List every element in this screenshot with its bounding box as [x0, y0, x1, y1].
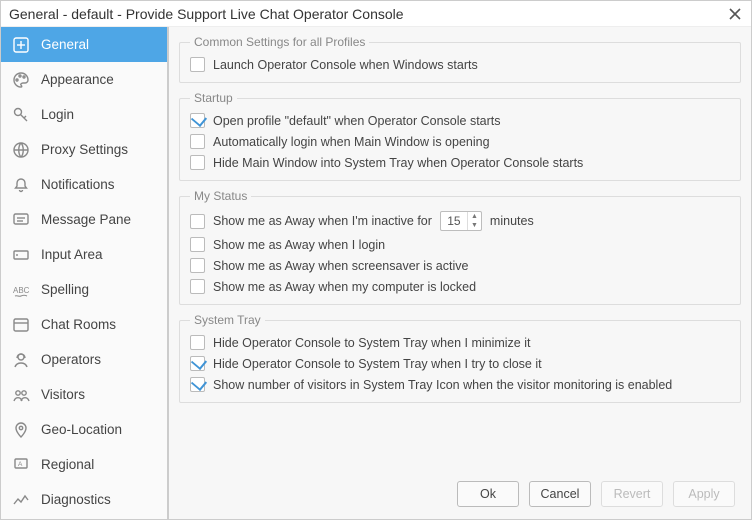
group-mystatus-legend: My Status: [190, 189, 251, 203]
sidebar-item-label: Login: [41, 107, 74, 122]
checkbox-away-locked[interactable]: [190, 279, 205, 294]
group-startup: Startup Open profile "default" when Oper…: [179, 91, 741, 181]
group-common-legend: Common Settings for all Profiles: [190, 35, 369, 49]
minutes-spinner[interactable]: ▲ ▼: [440, 211, 482, 231]
minutes-input[interactable]: [441, 214, 467, 228]
label-show-visitors: Show number of visitors in System Tray I…: [213, 378, 672, 392]
spinner-down-icon[interactable]: ▼: [468, 221, 481, 230]
label-launch: Launch Operator Console when Windows sta…: [213, 58, 478, 72]
revert-button: Revert: [601, 481, 663, 507]
pin-icon: [11, 420, 31, 440]
abc-icon: ABC: [11, 280, 31, 300]
operator-icon: [11, 350, 31, 370]
close-icon: [729, 8, 741, 20]
row-launch: Launch Operator Console when Windows sta…: [190, 57, 730, 72]
label-hide-close: Hide Operator Console to System Tray whe…: [213, 357, 542, 371]
label-open-profile: Open profile "default" when Operator Con…: [213, 114, 501, 128]
sidebar-item-label: Operators: [41, 352, 101, 367]
sidebar-item-label: General: [41, 37, 89, 52]
label-hide-main: Hide Main Window into System Tray when O…: [213, 156, 583, 170]
sidebar-item-message-pane[interactable]: Message Pane: [1, 202, 167, 237]
svg-text:ABC: ABC: [13, 286, 30, 295]
spinner-up-icon[interactable]: ▲: [468, 212, 481, 221]
window-title: General - default - Provide Support Live…: [9, 6, 725, 22]
sidebar-item-label: Regional: [41, 457, 94, 472]
sidebar-item-operators[interactable]: Operators: [1, 342, 167, 377]
sidebar: General Appearance Login Proxy Settings Noti…: [1, 27, 169, 519]
sidebar-item-login[interactable]: Login: [1, 97, 167, 132]
checkbox-away-screensaver[interactable]: [190, 258, 205, 273]
sidebar-item-label: Notifications: [41, 177, 115, 192]
sidebar-item-label: Diagnostics: [41, 492, 111, 507]
sidebar-item-regional[interactable]: A Regional: [1, 447, 167, 482]
flag-icon: A: [11, 455, 31, 475]
checkbox-show-visitors[interactable]: [190, 377, 205, 392]
sidebar-item-label: Chat Rooms: [41, 317, 116, 332]
globe-icon: [11, 140, 31, 160]
bell-icon: [11, 175, 31, 195]
ok-button[interactable]: Ok: [457, 481, 519, 507]
group-mystatus: My Status Show me as Away when I'm inact…: [179, 189, 741, 305]
label-away-screensaver: Show me as Away when screensaver is acti…: [213, 259, 468, 273]
message-icon: [11, 210, 31, 230]
svg-text:A: A: [18, 461, 23, 468]
label-auto-login: Automatically login when Main Window is …: [213, 135, 490, 149]
group-tray: System Tray Hide Operator Console to Sys…: [179, 313, 741, 403]
close-button[interactable]: [725, 4, 745, 24]
apply-button: Apply: [673, 481, 735, 507]
label-hide-minimize: Hide Operator Console to System Tray whe…: [213, 336, 530, 350]
sidebar-item-label: Input Area: [41, 247, 103, 262]
checkbox-hide-main[interactable]: [190, 155, 205, 170]
sidebar-item-proxy-settings[interactable]: Proxy Settings: [1, 132, 167, 167]
checkbox-launch[interactable]: [190, 57, 205, 72]
label-away-inactive-post: minutes: [490, 214, 534, 228]
sidebar-item-geo-location[interactable]: Geo-Location: [1, 412, 167, 447]
sidebar-item-input-area[interactable]: Input Area: [1, 237, 167, 272]
diag-icon: [11, 490, 31, 510]
spinner-arrows[interactable]: ▲ ▼: [467, 212, 481, 230]
input-icon: [11, 245, 31, 265]
checkbox-hide-minimize[interactable]: [190, 335, 205, 350]
palette-icon: [11, 70, 31, 90]
sidebar-item-label: Geo-Location: [41, 422, 122, 437]
sidebar-item-visitors[interactable]: Visitors: [1, 377, 167, 412]
checkbox-hide-close[interactable]: [190, 356, 205, 371]
label-away-login: Show me as Away when I login: [213, 238, 385, 252]
checkbox-open-profile[interactable]: [190, 113, 205, 128]
group-tray-legend: System Tray: [190, 313, 265, 327]
checkbox-auto-login[interactable]: [190, 134, 205, 149]
sidebar-item-label: Visitors: [41, 387, 85, 402]
window-icon: [11, 315, 31, 335]
checkbox-away-login[interactable]: [190, 237, 205, 252]
sidebar-item-label: Proxy Settings: [41, 142, 128, 157]
group-common: Common Settings for all Profiles Launch …: [179, 35, 741, 83]
label-away-inactive-pre: Show me as Away when I'm inactive for: [213, 214, 432, 228]
sliders-icon: [11, 35, 31, 55]
sidebar-item-spelling[interactable]: ABC Spelling: [1, 272, 167, 307]
sidebar-item-label: Message Pane: [41, 212, 131, 227]
sidebar-item-label: Spelling: [41, 282, 89, 297]
sidebar-item-appearance[interactable]: Appearance: [1, 62, 167, 97]
cancel-button[interactable]: Cancel: [529, 481, 591, 507]
sidebar-item-notifications[interactable]: Notifications: [1, 167, 167, 202]
people-icon: [11, 385, 31, 405]
content: Common Settings for all Profiles Launch …: [169, 27, 751, 519]
sidebar-item-chat-rooms[interactable]: Chat Rooms: [1, 307, 167, 342]
main: General Appearance Login Proxy Settings Noti…: [1, 27, 751, 519]
group-startup-legend: Startup: [190, 91, 237, 105]
sidebar-item-general[interactable]: General: [1, 27, 167, 62]
label-away-locked: Show me as Away when my computer is lock…: [213, 280, 476, 294]
button-row: Ok Cancel Revert Apply: [179, 475, 741, 511]
sidebar-item-label: Appearance: [41, 72, 114, 87]
title-bar: General - default - Provide Support Live…: [1, 1, 751, 27]
checkbox-away-inactive[interactable]: [190, 214, 205, 229]
sidebar-item-diagnostics[interactable]: Diagnostics: [1, 482, 167, 517]
key-icon: [11, 105, 31, 125]
